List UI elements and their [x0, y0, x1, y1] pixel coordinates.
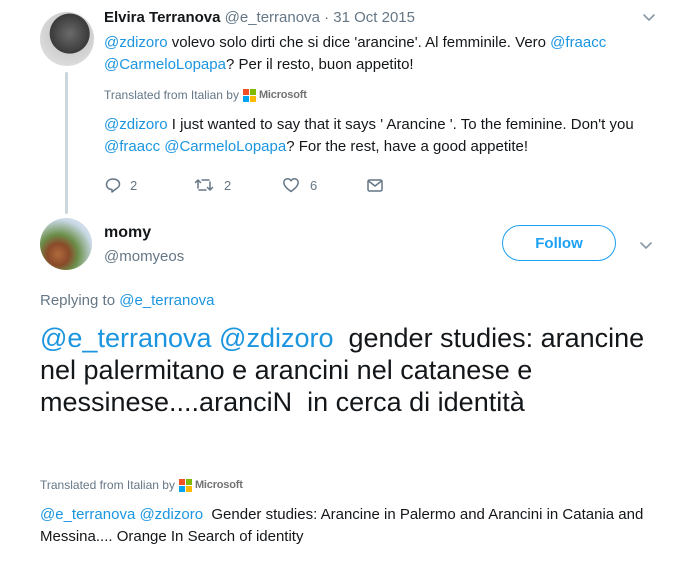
- thread-line: [65, 72, 68, 214]
- avatar[interactable]: [40, 218, 92, 270]
- like-button[interactable]: 6: [282, 176, 366, 194]
- like-count: 6: [310, 177, 318, 193]
- mention-link[interactable]: @CarmeloLopapa: [164, 138, 286, 155]
- tweet-date[interactable]: · 31 Oct 2015: [324, 9, 415, 26]
- author-handle[interactable]: @e_terranova: [225, 9, 320, 26]
- tweet-text: @zdizoro volevo solo dirti che si dice '…: [104, 34, 607, 73]
- retweet-icon: [194, 179, 214, 191]
- avatar[interactable]: [40, 12, 94, 66]
- microsoft-logo-icon: [242, 88, 256, 102]
- tweet-text: @e_terranova @zdizoro gender studies: ar…: [40, 323, 652, 417]
- follow-button[interactable]: Follow: [502, 225, 616, 261]
- mention-link[interactable]: @fraacc: [550, 34, 606, 51]
- translation-attribution: Translated from Italian by Microsoft: [104, 88, 307, 102]
- microsoft-label: Microsoft: [194, 479, 243, 491]
- mention-link[interactable]: @e_terranova: [119, 292, 214, 309]
- mention-link[interactable]: @e_terranova: [40, 506, 135, 523]
- mention-link[interactable]: @CarmeloLopapa: [104, 56, 226, 73]
- reply-button[interactable]: 2: [104, 176, 194, 194]
- mention-link[interactable]: @zdizoro: [104, 34, 168, 51]
- translated-text: @zdizoro I just wanted to say that it sa…: [104, 116, 634, 155]
- replying-to: Replying to @e_terranova: [40, 292, 215, 309]
- translated-text: @e_terranova @zdizoro Gender studies: Ar…: [40, 506, 648, 545]
- microsoft-label: Microsoft: [258, 89, 307, 101]
- reply-count: 2: [130, 177, 138, 193]
- tweet-header: Elvira Terranova @e_terranova · 31 Oct 2…: [104, 8, 415, 28]
- chevron-down-icon[interactable]: [640, 8, 658, 26]
- reply-icon: [105, 178, 121, 193]
- heart-icon: [283, 177, 299, 193]
- mention-link[interactable]: @zdizoro: [139, 506, 203, 523]
- microsoft-logo-icon: [178, 478, 192, 492]
- direct-message-button[interactable]: [366, 176, 384, 194]
- author-name[interactable]: momy: [104, 224, 151, 242]
- mention-link[interactable]: @fraacc: [104, 138, 160, 155]
- envelope-icon: [367, 179, 383, 192]
- retweet-button[interactable]: 2: [194, 176, 282, 194]
- tweet-actions: 2 2 6: [104, 176, 384, 194]
- translation-attribution: Translated from Italian by Microsoft: [40, 478, 243, 492]
- mention-link[interactable]: @zdizoro: [219, 323, 333, 353]
- mention-link[interactable]: @zdizoro: [104, 116, 168, 133]
- chevron-down-icon[interactable]: [637, 236, 655, 254]
- author-handle[interactable]: @momyeos: [104, 248, 184, 265]
- retweet-count: 2: [224, 177, 232, 193]
- author-name[interactable]: Elvira Terranova: [104, 9, 220, 26]
- mention-link[interactable]: @e_terranova: [40, 323, 212, 353]
